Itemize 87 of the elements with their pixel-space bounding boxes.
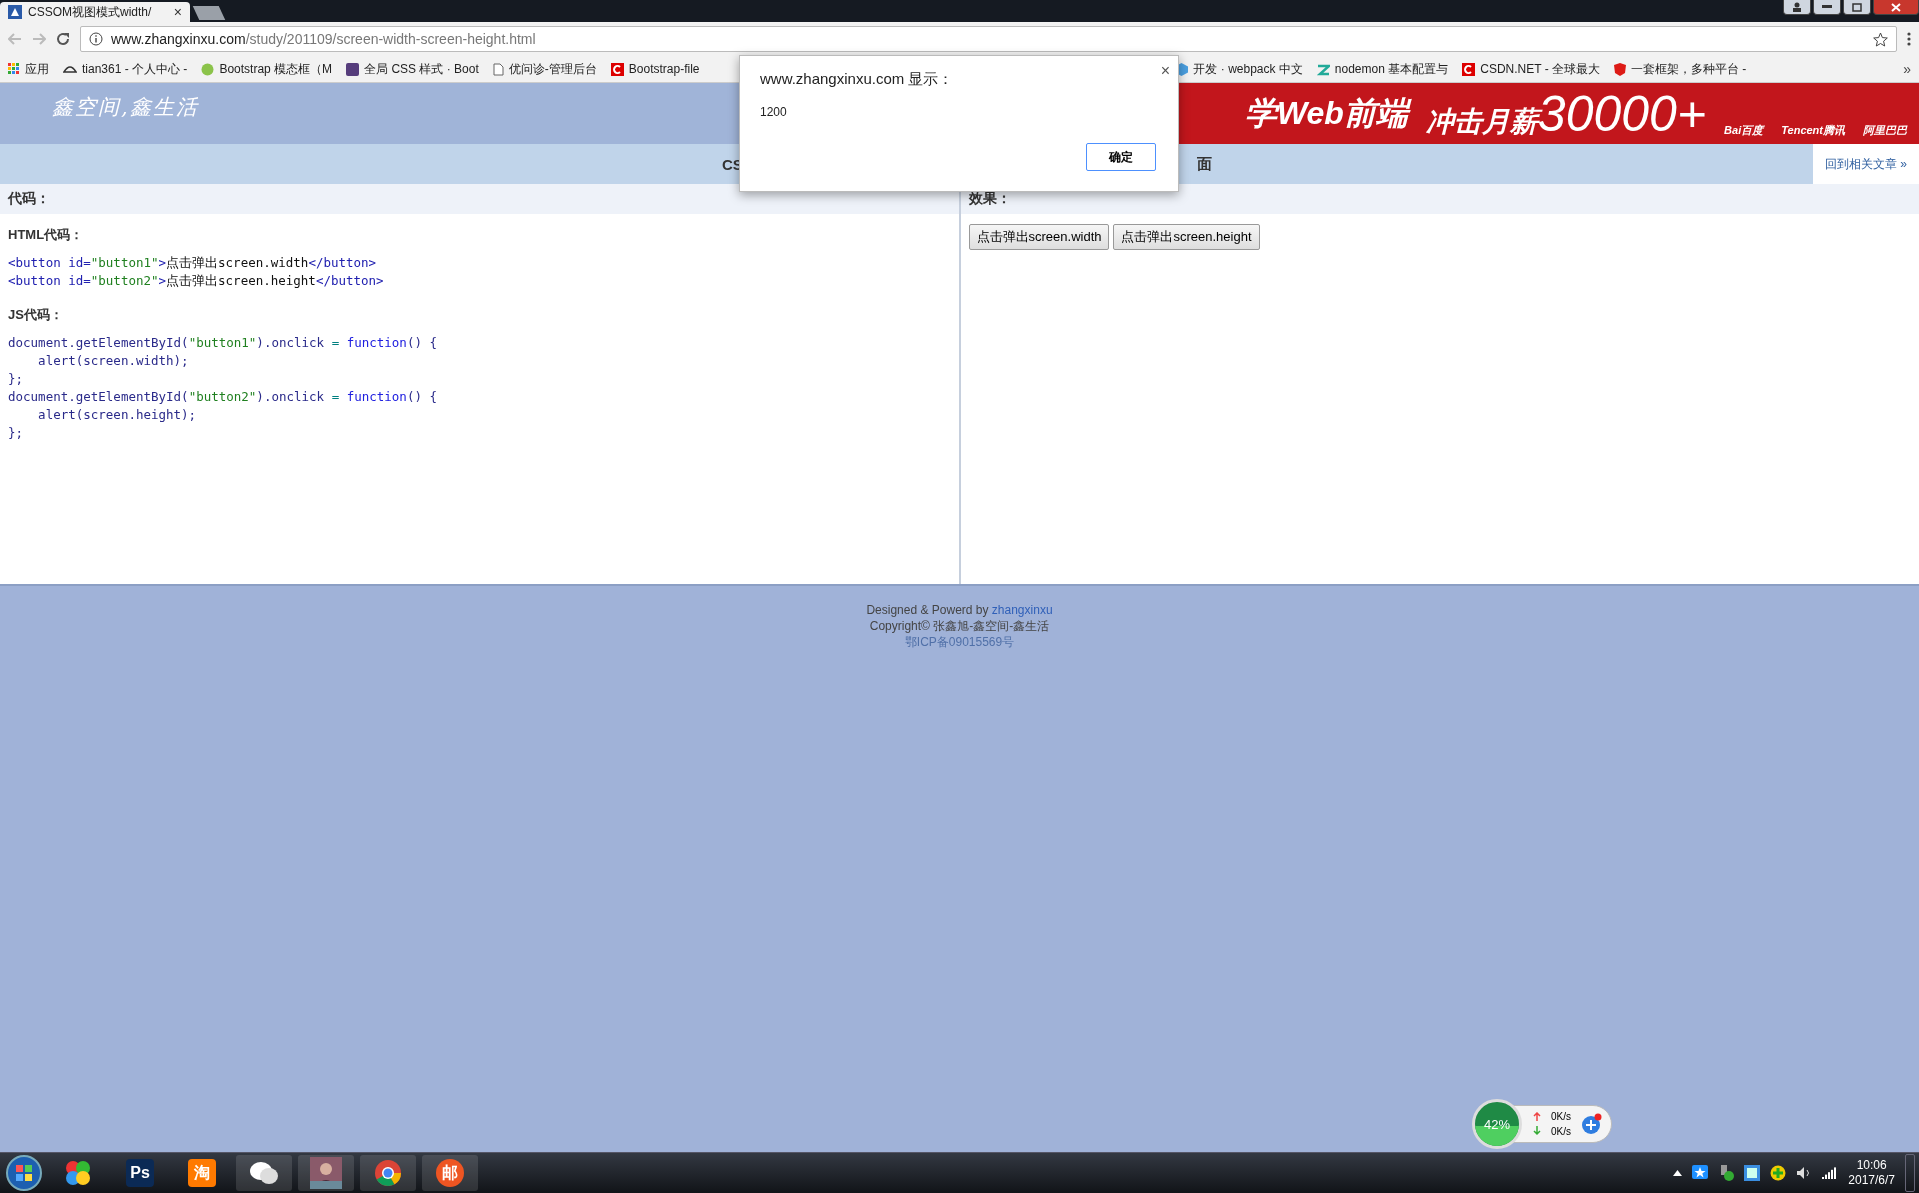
show-desktop-button[interactable] [1905, 1154, 1915, 1192]
code-line: <button id="button2">点击弹出screen.height</button> [8, 272, 384, 290]
memory-gauge: 42% [1472, 1099, 1522, 1149]
chat-bubble-icon [201, 62, 215, 76]
minimize-button[interactable] [1813, 0, 1841, 15]
taskbar-app[interactable] [298, 1155, 354, 1191]
clock[interactable]: 10:06 2017/6/7 [1848, 1158, 1895, 1188]
taskbar-app[interactable]: Ps [112, 1155, 168, 1191]
page-icon [492, 62, 504, 76]
bookmark-item[interactable]: tian361 - 个人中心 - [63, 60, 188, 78]
bookmark-item[interactable]: CSDN.NET - 全球最大 [1462, 60, 1600, 78]
browser-tab[interactable]: CSSOM视图模式width/ × [0, 2, 190, 22]
code-line: }; [8, 370, 24, 388]
star-chat-icon[interactable] [1692, 1165, 1709, 1181]
bookmark-item[interactable]: Bootstrap-file [610, 62, 700, 76]
menu-icon[interactable] [1907, 32, 1911, 46]
code-line: alert(screen.height); [37, 406, 197, 424]
signal-icon[interactable] [1822, 1167, 1839, 1179]
new-tab-button[interactable] [192, 6, 226, 20]
bootstrap-icon [346, 62, 360, 76]
photoshop-icon: Ps [126, 1159, 154, 1187]
bookmark-item[interactable]: nodemon 基本配置与 [1316, 60, 1449, 78]
restore-icon [1852, 2, 1862, 12]
bookmark-item[interactable]: 一套框架，多种平台 - [1614, 60, 1747, 78]
code-line: <button id="button1">点击弹出screen.width</button> [8, 254, 377, 272]
close-icon [1891, 2, 1901, 12]
chat-icon [249, 1160, 279, 1186]
icp-text: 鄂ICP备09015569号 [904, 634, 1015, 650]
restore-button[interactable] [1843, 0, 1871, 15]
code-line: alert(screen.width); [37, 352, 189, 370]
demo-button[interactable]: 点击弹出screen.width [968, 224, 1110, 250]
ok-button[interactable]: 确定 [1086, 143, 1156, 171]
info-icon [89, 32, 103, 46]
ad-slogan: 冲击月薪30000+ [1425, 84, 1707, 143]
taskbar-app[interactable] [360, 1155, 416, 1191]
sponsor-logo: Tencent腾讯 [1781, 123, 1845, 138]
sponsor-logo: Bai百度 [1724, 123, 1764, 138]
dialog-message: 1200 [760, 105, 788, 119]
butterfly-icon [64, 1159, 92, 1187]
plus-icon[interactable] [1581, 1113, 1603, 1135]
sponsor-logo: 阿里巴巴 [1863, 123, 1907, 138]
taskbar-app[interactable] [236, 1155, 292, 1191]
user-button[interactable] [1783, 0, 1811, 15]
user-icon [1792, 2, 1802, 12]
star-icon[interactable] [1873, 31, 1888, 47]
section-title: HTML代码： [8, 226, 85, 244]
taobao-icon: 淘 [188, 1159, 216, 1187]
site-favicon [8, 5, 22, 19]
apps-grid-icon [8, 63, 20, 75]
hat-icon [63, 64, 77, 74]
usb-check-icon[interactable] [1718, 1165, 1735, 1181]
bookmark-item[interactable]: 优问诊-管理后台 [492, 60, 597, 78]
download-speed: 0K/s [1551, 1125, 1571, 1139]
upload-speed: 0K/s [1551, 1110, 1571, 1124]
bookmark-item[interactable]: 应用 [8, 60, 49, 78]
start-button[interactable] [4, 1154, 44, 1192]
copyright-text: Copyright© 张鑫旭-鑫空间-鑫生活 [869, 618, 1050, 634]
more-bookmarks-button[interactable]: » [1903, 61, 1911, 77]
code-line: document.getElementById("button1").onclick = function() { [8, 334, 437, 352]
panel-header: 效果： [960, 184, 1919, 214]
section-title: JS代码： [8, 306, 64, 324]
taskbar-app[interactable]: 邮 [422, 1155, 478, 1191]
plus-shield-icon[interactable] [1770, 1165, 1787, 1181]
mail-icon: 邮 [436, 1159, 464, 1187]
shield-icon [1614, 62, 1626, 76]
up-triangle-icon[interactable] [1673, 1170, 1683, 1176]
code-line: document.getElementById("button2").onclick = function() { [8, 388, 437, 406]
reload-icon[interactable] [56, 32, 70, 46]
c-logo-icon [1462, 62, 1476, 76]
panel-header: 代码： [0, 184, 959, 214]
up-down-arrows-icon [1533, 1112, 1541, 1136]
keyboard-icon[interactable] [1744, 1165, 1761, 1181]
demo-button[interactable]: 点击弹出screen.height [1113, 224, 1260, 250]
close-icon[interactable]: × [173, 4, 182, 20]
bookmark-item[interactable]: Bootstrap 模态框（M [201, 60, 333, 78]
address-field[interactable]: www.zhangxinxu.com/study/201109/screen-width-screen-height.html [80, 26, 1897, 52]
bookmark-item[interactable]: 全局 CSS 样式 · Boot [346, 60, 479, 78]
code-line: }; [8, 424, 24, 442]
page-title: 面 [1196, 154, 1212, 174]
c-logo-icon [610, 62, 624, 76]
node-icon [1316, 62, 1330, 76]
chrome-icon [374, 1159, 402, 1187]
back-to-article-link[interactable]: 回到相关文章 » [1813, 144, 1919, 184]
close-icon[interactable]: × [1160, 62, 1170, 80]
minimize-icon [1822, 5, 1832, 9]
close-button[interactable] [1873, 0, 1919, 15]
credit-text: Designed & Powerd by zhangxinxu [866, 602, 1053, 618]
